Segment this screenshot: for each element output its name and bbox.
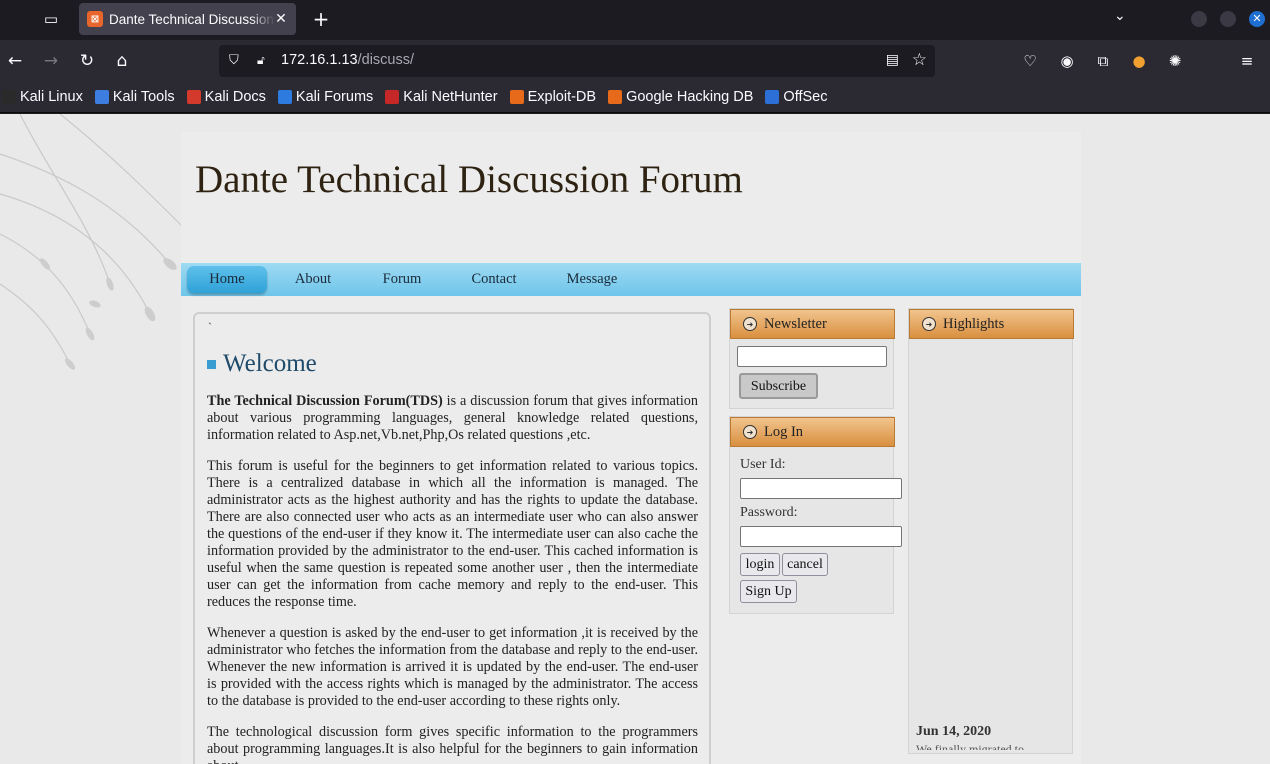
reader-view-icon[interactable]: ▤ xyxy=(886,52,899,68)
userid-label: User Id: xyxy=(740,457,786,472)
paragraph-3: Whenever a question is asked by the end-… xyxy=(207,625,698,709)
bookmark-kali-nethunter[interactable]: Kali NetHunter xyxy=(385,88,498,105)
bookmarks-toolbar: Kali Linux Kali Tools Kali Docs Kali For… xyxy=(0,81,1270,113)
bookmark-exploit-db[interactable]: Exploit-DB xyxy=(509,88,597,105)
highlight-date: Jun 14, 2020 xyxy=(916,724,992,739)
intro-paragraph: The Technical Discussion Forum(TDS) is a… xyxy=(207,393,698,444)
site-favicon-icon: ⊠ xyxy=(87,11,103,27)
account-icon[interactable]: ◉ xyxy=(1057,51,1077,71)
tab-list-icon[interactable]: ▭ xyxy=(40,8,62,30)
new-tab-icon[interactable]: + xyxy=(310,8,332,30)
bookmark-label: Kali Forums xyxy=(295,88,374,105)
login-header: ➜ Log In xyxy=(730,417,895,447)
menu-forum[interactable]: Forum xyxy=(373,266,431,293)
password-label: Password: xyxy=(740,505,798,520)
paragraph-2: This forum is useful for the beginners t… xyxy=(207,458,698,610)
bookmark-label: Google Hacking DB xyxy=(626,88,754,105)
newsletter-header: ➜ Newsletter xyxy=(730,309,895,339)
highlight-snippet: We finally migrated to xyxy=(916,742,1024,750)
url-host: 172.16.1.13 xyxy=(281,52,358,68)
minimize-window-button[interactable] xyxy=(1191,11,1207,27)
menu-contact[interactable]: Contact xyxy=(463,266,525,293)
bookmark-label: Kali Tools xyxy=(112,88,175,105)
maximize-window-button[interactable] xyxy=(1220,11,1236,27)
pocket-icon[interactable]: ♡ xyxy=(1020,51,1040,71)
newsletter-email-input[interactable] xyxy=(737,346,887,367)
subscribe-button[interactable]: Subscribe xyxy=(739,373,818,399)
login-button[interactable]: login xyxy=(740,553,780,576)
welcome-heading-text: Welcome xyxy=(223,350,317,377)
bookmark-kali-forums[interactable]: Kali Forums xyxy=(277,88,374,105)
url-text[interactable]: 172.16.1.13/discuss/ xyxy=(281,52,414,68)
close-tab-icon[interactable]: ✕ xyxy=(272,10,290,28)
login-title: Log In xyxy=(764,423,804,440)
site-title: Dante Technical Discussion Forum xyxy=(195,158,743,201)
highlights-panel: ➜ Highlights xyxy=(908,308,1074,754)
arrow-circle-icon: ➜ xyxy=(743,425,757,439)
bookmark-star-icon[interactable]: ☆ xyxy=(912,50,927,70)
back-arrow-icon[interactable]: ← xyxy=(4,50,26,72)
newsletter-title: Newsletter xyxy=(764,315,827,332)
highlights-header: ➜ Highlights xyxy=(909,309,1074,339)
highlights-title: Highlights xyxy=(943,315,1005,332)
ghdb-icon xyxy=(608,89,623,104)
ublock-addon-icon[interactable]: ● xyxy=(1129,51,1149,71)
paragraph-4: The technological discussion form gives … xyxy=(207,724,698,764)
url-path: /discuss/ xyxy=(357,52,415,68)
bookmark-kali-linux[interactable]: Kali Linux xyxy=(2,89,83,105)
cookie-addon-icon[interactable]: ✺ xyxy=(1165,51,1185,71)
bookmark-label: Kali Linux xyxy=(20,88,83,105)
exploit-db-icon xyxy=(509,89,524,104)
close-window-button[interactable]: ✕ xyxy=(1249,11,1265,27)
app-menu-icon[interactable]: ≡ xyxy=(1237,51,1257,71)
arrow-circle-icon: ➜ xyxy=(922,317,936,331)
navigation-toolbar: ← → ↻ ⌂ ⛉ 🔓︎ 172.16.1.13/discuss/ ▤ ☆ ♡ … xyxy=(0,40,1270,81)
main-menu: Home About Forum Contact Message xyxy=(181,263,1081,296)
address-bar[interactable]: ⛉ 🔓︎ 172.16.1.13/discuss/ ▤ ☆ xyxy=(219,45,935,77)
tracking-shield-icon[interactable]: ⛉ xyxy=(229,53,243,69)
bookmark-kali-docs[interactable]: Kali Docs xyxy=(186,88,266,105)
bookmark-google-hacking-db[interactable]: Google Hacking DB xyxy=(608,89,753,105)
welcome-heading: Welcome xyxy=(207,350,317,378)
home-icon[interactable]: ⌂ xyxy=(111,50,133,72)
welcome-panel: ` Welcome The Technical Discussion Forum… xyxy=(193,312,711,764)
page-viewport: Dante Technical Discussion Forum Home Ab… xyxy=(0,114,1270,764)
menu-home[interactable]: Home xyxy=(187,266,267,293)
kali-forums-icon xyxy=(277,89,292,104)
password-input[interactable] xyxy=(740,526,902,547)
intro-bold: The Technical Discussion Forum(TDS) xyxy=(207,393,443,409)
signup-button[interactable]: Sign Up xyxy=(740,580,797,603)
bookmark-label: Kali Docs xyxy=(204,88,266,105)
menu-about[interactable]: About xyxy=(285,266,341,293)
extensions-icon[interactable]: ⧉ xyxy=(1093,51,1113,71)
bookmark-label: OffSec xyxy=(783,88,828,105)
bookmark-kali-tools[interactable]: Kali Tools xyxy=(94,88,175,105)
kali-docs-icon xyxy=(186,89,201,104)
bookmark-offsec[interactable]: OffSec xyxy=(765,89,827,105)
chevron-down-icon[interactable]: ⌄ xyxy=(1114,8,1126,24)
kali-tools-icon xyxy=(94,89,109,104)
tab-title: Dante Technical Discussion Forum xyxy=(109,11,275,27)
nethunter-icon xyxy=(385,89,400,104)
bullet-square-icon xyxy=(207,359,216,369)
bookmark-label: Exploit-DB xyxy=(527,88,597,105)
offsec-icon xyxy=(765,89,780,104)
stray-character: ` xyxy=(208,320,212,334)
insecure-lock-icon[interactable]: 🔓︎ xyxy=(257,53,271,69)
arrow-circle-icon: ➜ xyxy=(743,317,757,331)
browser-tab-active[interactable]: ⊠ Dante Technical Discussion Forum ✕ xyxy=(79,3,296,35)
userid-input[interactable] xyxy=(740,478,902,499)
cancel-button[interactable]: cancel xyxy=(782,553,828,576)
bookmark-label: Kali NetHunter xyxy=(403,88,498,105)
reload-icon[interactable]: ↻ xyxy=(76,50,98,72)
menu-message[interactable]: Message xyxy=(559,266,625,293)
kali-dragon-icon xyxy=(2,89,16,104)
tab-strip: ▭ ⊠ Dante Technical Discussion Forum ✕ +… xyxy=(0,0,1270,38)
forward-arrow-icon[interactable]: → xyxy=(40,50,62,72)
